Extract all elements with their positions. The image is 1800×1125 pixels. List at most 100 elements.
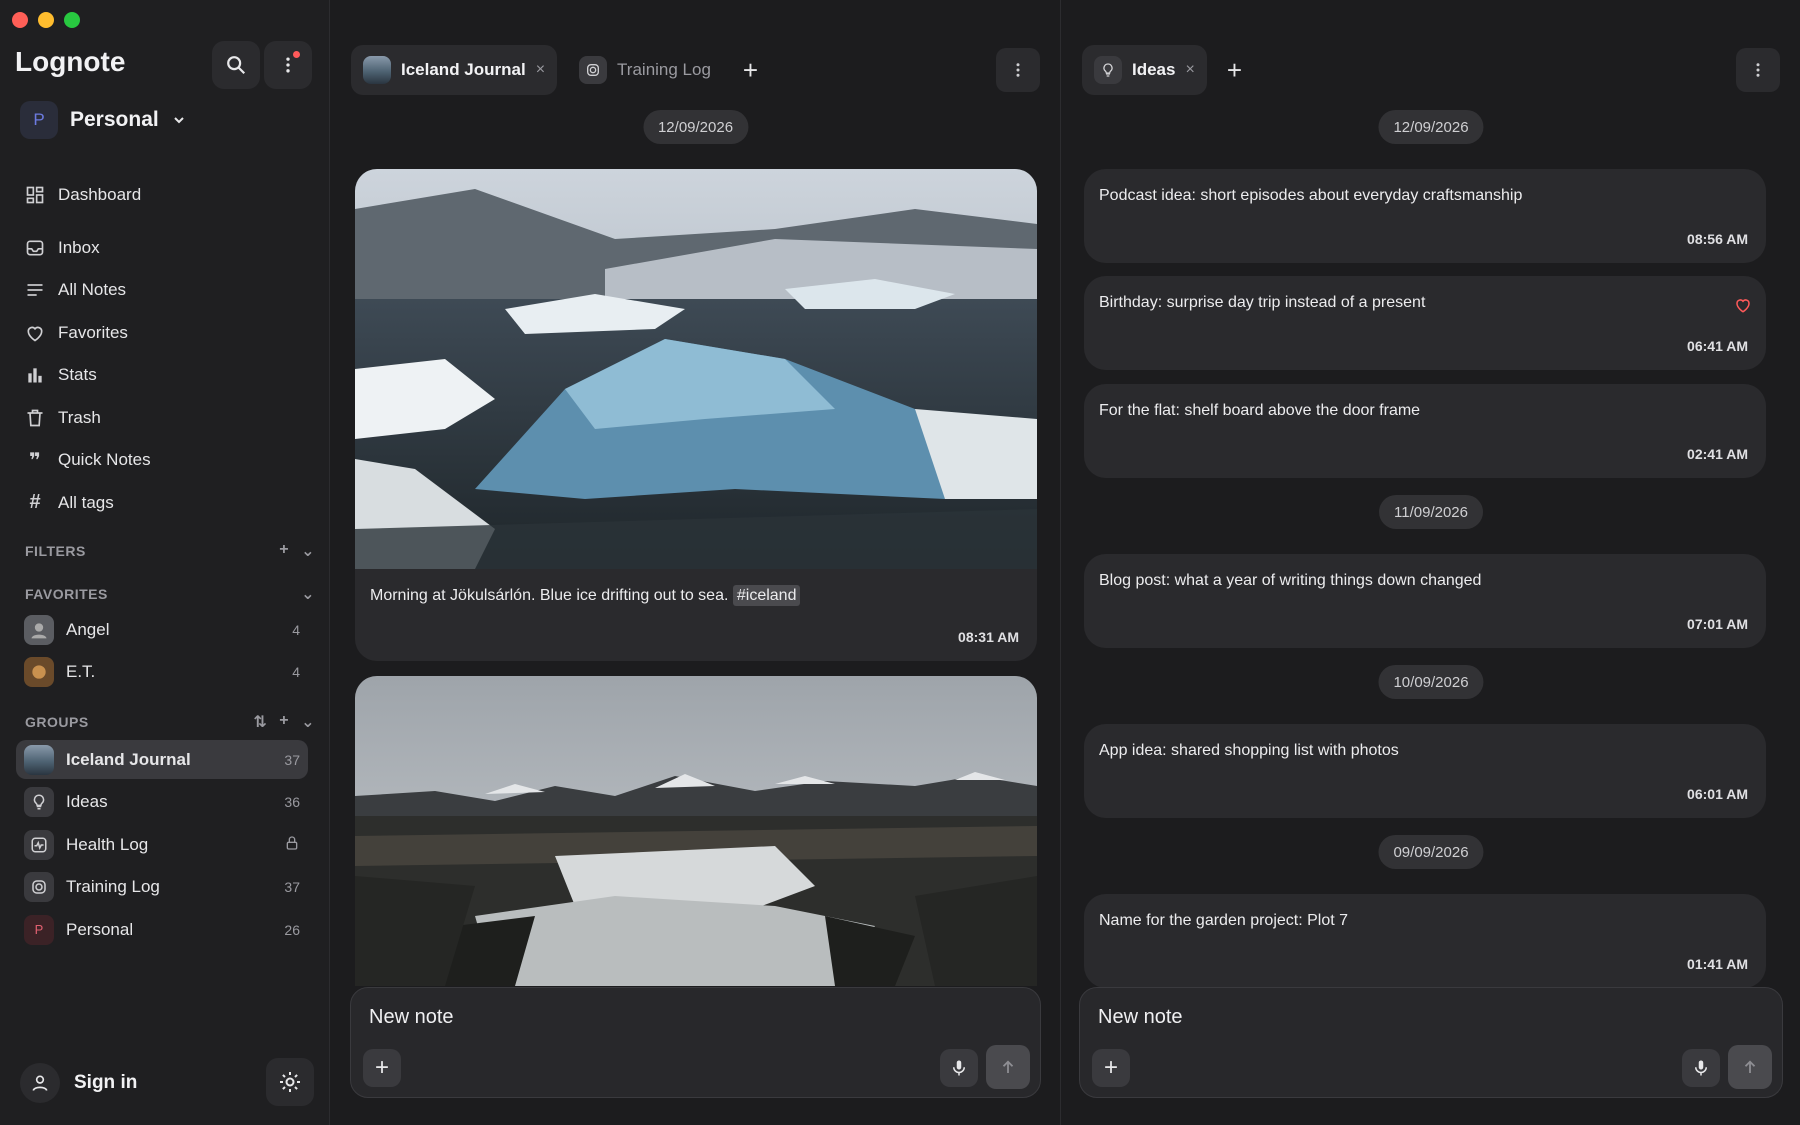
note-card[interactable]: Name for the garden project: Plot 7 01:4…: [1084, 894, 1766, 988]
group-name: Personal: [66, 919, 134, 939]
group-name: Training Log: [66, 877, 160, 896]
nav-trash[interactable]: Trash: [24, 397, 314, 440]
favorite-item-et[interactable]: E.T. 4: [16, 653, 308, 692]
photo-glacier-lagoon: [355, 169, 1037, 569]
left-note-pane: Iceland Journal × Training Log + 12/09/2…: [331, 0, 1061, 1125]
attach-button[interactable]: +: [363, 1049, 401, 1087]
avatar: [24, 614, 54, 645]
nav-inbox[interactable]: Inbox: [24, 227, 314, 270]
favorite-count: 4: [292, 621, 300, 638]
group-count: 36: [284, 794, 300, 810]
group-item-ideas[interactable]: Ideas 36: [16, 783, 308, 822]
maximize-window-button[interactable]: [64, 12, 80, 28]
pane-menu-button[interactable]: [1736, 48, 1780, 92]
voice-note-button[interactable]: [1682, 1049, 1720, 1087]
health-icon: [24, 829, 54, 860]
note-card[interactable]: For the flat: shelf board above the door…: [1084, 384, 1766, 478]
chevron-down-icon[interactable]: ⌄: [301, 712, 315, 732]
group-item-personal[interactable]: P Personal 26: [16, 910, 308, 949]
note-card[interactable]: App idea: shared shopping list with phot…: [1084, 724, 1766, 818]
sort-icon[interactable]: ⇅: [253, 712, 267, 732]
close-window-button[interactable]: [12, 12, 28, 28]
workspace-avatar: P: [20, 101, 58, 139]
send-button[interactable]: [986, 1045, 1030, 1089]
nav-quick-notes[interactable]: ❞ Quick Notes: [24, 439, 314, 482]
note-text: Birthday: surprise day trip instead of a…: [1099, 294, 1426, 311]
groups-list: Iceland Journal 37 Ideas 36 Health Log T…: [16, 740, 308, 953]
favorites-label: FAVORITES: [25, 586, 108, 602]
quote-icon: ❞: [29, 449, 41, 472]
favorites-list: Angel 4 E.T. 4: [16, 610, 308, 695]
nav-favorites[interactable]: Favorites: [24, 312, 314, 355]
pane-menu-button[interactable]: [996, 48, 1040, 92]
groups-label: GROUPS: [25, 714, 89, 730]
note-time: 06:41 AM: [1687, 338, 1748, 354]
tab-iceland-journal[interactable]: Iceland Journal ×: [351, 45, 558, 95]
group-item-training-log[interactable]: Training Log 37: [16, 868, 308, 907]
add-filter-icon[interactable]: +: [279, 541, 289, 561]
group-count: 37: [284, 751, 300, 768]
group-count: 26: [284, 921, 300, 938]
nav-label: Favorites: [58, 322, 128, 342]
note-card[interactable]: Blog post: what a year of writing things…: [1084, 554, 1766, 648]
user-icon: [20, 1063, 60, 1103]
sign-in-button[interactable]: Sign in: [20, 1063, 137, 1103]
group-item-health-log[interactable]: Health Log: [16, 825, 308, 864]
workspace-name: Personal: [70, 108, 159, 131]
group-avatar: P: [24, 914, 54, 945]
note-text: Podcast idea: short episodes about every…: [1099, 187, 1523, 204]
nav-stats[interactable]: Stats: [24, 354, 314, 397]
group-item-iceland-journal[interactable]: Iceland Journal 37: [16, 740, 308, 779]
filters-label: FILTERS: [25, 543, 86, 559]
nav-label: Stats: [58, 365, 97, 385]
close-tab-icon[interactable]: ×: [536, 61, 545, 79]
group-name: Ideas: [66, 792, 108, 811]
add-tab-icon[interactable]: +: [1227, 55, 1242, 86]
settings-button[interactable]: [266, 1058, 314, 1106]
chevron-down-icon[interactable]: ⌄: [301, 541, 315, 561]
photo-waterfall: [355, 676, 1037, 986]
tab-training-log[interactable]: Training Log: [567, 45, 723, 95]
microphone-icon: [953, 1060, 965, 1076]
hashtag[interactable]: #iceland: [732, 585, 801, 606]
more-vertical-icon: [1016, 63, 1020, 77]
group-thumbnail: [24, 744, 54, 775]
new-note-input[interactable]: New note: [369, 1006, 454, 1029]
app-window: Lognote P Personal Dashboard Inbox All N…: [0, 0, 1800, 1125]
more-menu-button[interactable]: [264, 41, 312, 89]
add-tab-icon[interactable]: +: [743, 55, 758, 86]
note-card[interactable]: Podcast idea: short episodes about every…: [1084, 169, 1766, 263]
new-note-composer[interactable]: New note +: [1079, 987, 1783, 1098]
date-separator: 10/09/2026: [1378, 665, 1484, 699]
add-group-icon[interactable]: +: [279, 712, 289, 732]
group-name: Health Log: [66, 834, 149, 854]
close-tab-icon[interactable]: ×: [1185, 61, 1194, 79]
tab-ideas[interactable]: Ideas ×: [1082, 45, 1207, 95]
favorite-name: Angel: [66, 619, 110, 639]
workspace-switcher[interactable]: P Personal: [20, 101, 187, 139]
nav-all-tags[interactable]: # All tags: [24, 482, 314, 525]
lightbulb-icon: [24, 787, 54, 817]
sidebar: Lognote P Personal Dashboard Inbox All N…: [0, 0, 330, 1125]
attach-button[interactable]: +: [1092, 1049, 1130, 1087]
send-button[interactable]: [1728, 1045, 1772, 1089]
new-note-input[interactable]: New note: [1098, 1006, 1183, 1029]
search-button[interactable]: [212, 41, 260, 89]
group-name: Iceland Journal: [66, 749, 191, 769]
nav-dashboard[interactable]: Dashboard: [24, 174, 314, 217]
new-note-composer[interactable]: New note +: [350, 987, 1041, 1098]
chevron-down-icon[interactable]: ⌄: [301, 584, 315, 604]
note-card[interactable]: Birthday: surprise day trip instead of a…: [1084, 276, 1766, 370]
note-time: 08:31 AM: [958, 629, 1019, 645]
stopwatch-icon: [579, 56, 608, 84]
lightbulb-icon: [1094, 56, 1122, 84]
nav-all-notes[interactable]: All Notes: [24, 269, 314, 312]
voice-note-button[interactable]: [940, 1049, 978, 1087]
minimize-window-button[interactable]: [38, 12, 54, 28]
note-card-photo[interactable]: [355, 676, 1037, 986]
list-icon: [24, 279, 46, 301]
heart-icon[interactable]: [1734, 296, 1752, 314]
note-card-photo[interactable]: Morning at Jökulsárlón. Blue ice driftin…: [355, 169, 1037, 661]
tab-label: Iceland Journal: [401, 60, 526, 79]
favorite-item-angel[interactable]: Angel 4: [16, 610, 308, 649]
